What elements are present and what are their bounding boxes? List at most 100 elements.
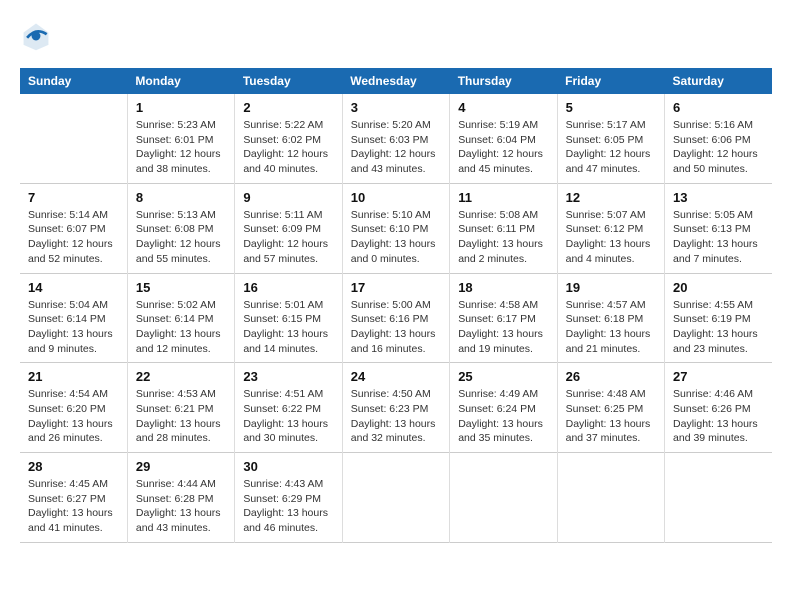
day-info: Sunrise: 4:57 AM Sunset: 6:18 PM Dayligh… — [566, 298, 656, 357]
day-info: Sunrise: 5:04 AM Sunset: 6:14 PM Dayligh… — [28, 298, 119, 357]
calendar-cell — [665, 453, 772, 543]
day-number: 22 — [136, 369, 226, 384]
day-number: 12 — [566, 190, 656, 205]
calendar-cell: 5 Sunrise: 5:17 AM Sunset: 6:05 PM Daylig… — [557, 94, 664, 183]
day-number: 28 — [28, 459, 119, 474]
day-number: 13 — [673, 190, 764, 205]
weekday-monday: Monday — [127, 68, 234, 94]
week-row-3: 14 Sunrise: 5:04 AM Sunset: 6:14 PM Dayli… — [20, 273, 772, 363]
day-info: Sunrise: 5:16 AM Sunset: 6:06 PM Dayligh… — [673, 118, 764, 177]
day-number: 15 — [136, 280, 226, 295]
weekday-wednesday: Wednesday — [342, 68, 449, 94]
day-number: 16 — [243, 280, 333, 295]
day-number: 27 — [673, 369, 764, 384]
day-info: Sunrise: 4:43 AM Sunset: 6:29 PM Dayligh… — [243, 477, 333, 536]
day-number: 8 — [136, 190, 226, 205]
logo-icon — [20, 20, 52, 52]
day-number: 14 — [28, 280, 119, 295]
calendar-cell — [450, 453, 557, 543]
calendar-cell: 14 Sunrise: 5:04 AM Sunset: 6:14 PM Dayli… — [20, 273, 127, 363]
day-info: Sunrise: 5:13 AM Sunset: 6:08 PM Dayligh… — [136, 208, 226, 267]
day-info: Sunrise: 5:19 AM Sunset: 6:04 PM Dayligh… — [458, 118, 548, 177]
day-number: 2 — [243, 100, 333, 115]
day-number: 11 — [458, 190, 548, 205]
day-number: 17 — [351, 280, 441, 295]
day-info: Sunrise: 5:14 AM Sunset: 6:07 PM Dayligh… — [28, 208, 119, 267]
calendar-cell: 8 Sunrise: 5:13 AM Sunset: 6:08 PM Daylig… — [127, 183, 234, 273]
day-info: Sunrise: 4:51 AM Sunset: 6:22 PM Dayligh… — [243, 387, 333, 446]
calendar-cell: 4 Sunrise: 5:19 AM Sunset: 6:04 PM Daylig… — [450, 94, 557, 183]
day-info: Sunrise: 5:01 AM Sunset: 6:15 PM Dayligh… — [243, 298, 333, 357]
page-header — [20, 20, 772, 52]
calendar-cell: 30 Sunrise: 4:43 AM Sunset: 6:29 PM Dayli… — [235, 453, 342, 543]
calendar-cell: 13 Sunrise: 5:05 AM Sunset: 6:13 PM Dayli… — [665, 183, 772, 273]
calendar-cell: 18Sunrise: 4:58 AM Sunset: 6:17 PM Dayli… — [450, 273, 557, 363]
calendar-cell: 27 Sunrise: 4:46 AM Sunset: 6:26 PM Dayli… — [665, 363, 772, 453]
day-number: 23 — [243, 369, 333, 384]
day-info: Sunrise: 4:50 AM Sunset: 6:23 PM Dayligh… — [351, 387, 441, 446]
weekday-sunday: Sunday — [20, 68, 127, 94]
day-info: Sunrise: 4:53 AM Sunset: 6:21 PM Dayligh… — [136, 387, 226, 446]
calendar-cell: 28 Sunrise: 4:45 AM Sunset: 6:27 PM Dayli… — [20, 453, 127, 543]
day-number: 26 — [566, 369, 656, 384]
calendar-cell: 3 Sunrise: 5:20 AM Sunset: 6:03 PM Daylig… — [342, 94, 449, 183]
day-info: Sunrise: 5:20 AM Sunset: 6:03 PM Dayligh… — [351, 118, 441, 177]
calendar-cell: 22 Sunrise: 4:53 AM Sunset: 6:21 PM Dayli… — [127, 363, 234, 453]
day-info: Sunrise: 5:10 AM Sunset: 6:10 PM Dayligh… — [351, 208, 441, 267]
week-row-4: 21 Sunrise: 4:54 AM Sunset: 6:20 PM Dayli… — [20, 363, 772, 453]
day-number: 25 — [458, 369, 548, 384]
weekday-friday: Friday — [557, 68, 664, 94]
day-info: Sunrise: 5:22 AM Sunset: 6:02 PM Dayligh… — [243, 118, 333, 177]
day-info: Sunrise: 5:08 AM Sunset: 6:11 PM Dayligh… — [458, 208, 548, 267]
day-info: Sunrise: 4:54 AM Sunset: 6:20 PM Dayligh… — [28, 387, 119, 446]
calendar-cell: 25 Sunrise: 4:49 AM Sunset: 6:24 PM Dayli… — [450, 363, 557, 453]
week-row-1: 1 Sunrise: 5:23 AM Sunset: 6:01 PM Daylig… — [20, 94, 772, 183]
day-number: 9 — [243, 190, 333, 205]
calendar-cell: 9Sunrise: 5:11 AM Sunset: 6:09 PM Daylig… — [235, 183, 342, 273]
day-number: 20 — [673, 280, 764, 295]
calendar-cell: 6 Sunrise: 5:16 AM Sunset: 6:06 PM Daylig… — [665, 94, 772, 183]
calendar-table: SundayMondayTuesdayWednesdayThursdayFrid… — [20, 68, 772, 543]
calendar-cell: 11 Sunrise: 5:08 AM Sunset: 6:11 PM Dayli… — [450, 183, 557, 273]
logo — [20, 20, 56, 52]
calendar-cell: 10Sunrise: 5:10 AM Sunset: 6:10 PM Dayli… — [342, 183, 449, 273]
day-number: 3 — [351, 100, 441, 115]
day-number: 1 — [136, 100, 226, 115]
weekday-thursday: Thursday — [450, 68, 557, 94]
calendar-cell: 17 Sunrise: 5:00 AM Sunset: 6:16 PM Dayli… — [342, 273, 449, 363]
day-number: 6 — [673, 100, 764, 115]
day-info: Sunrise: 5:07 AM Sunset: 6:12 PM Dayligh… — [566, 208, 656, 267]
calendar-cell — [342, 453, 449, 543]
calendar-cell: 19 Sunrise: 4:57 AM Sunset: 6:18 PM Dayli… — [557, 273, 664, 363]
day-number: 4 — [458, 100, 548, 115]
calendar-cell: 23 Sunrise: 4:51 AM Sunset: 6:22 PM Dayli… — [235, 363, 342, 453]
day-info: Sunrise: 5:05 AM Sunset: 6:13 PM Dayligh… — [673, 208, 764, 267]
day-info: Sunrise: 4:46 AM Sunset: 6:26 PM Dayligh… — [673, 387, 764, 446]
day-number: 24 — [351, 369, 441, 384]
weekday-saturday: Saturday — [665, 68, 772, 94]
calendar-cell: 15 Sunrise: 5:02 AM Sunset: 6:14 PM Dayli… — [127, 273, 234, 363]
calendar-cell — [557, 453, 664, 543]
calendar-cell: 21 Sunrise: 4:54 AM Sunset: 6:20 PM Dayli… — [20, 363, 127, 453]
calendar-cell: 24 Sunrise: 4:50 AM Sunset: 6:23 PM Dayli… — [342, 363, 449, 453]
day-number: 5 — [566, 100, 656, 115]
calendar-cell: 7Sunrise: 5:14 AM Sunset: 6:07 PM Daylig… — [20, 183, 127, 273]
day-info: Sunrise: 5:02 AM Sunset: 6:14 PM Dayligh… — [136, 298, 226, 357]
calendar-cell: 1 Sunrise: 5:23 AM Sunset: 6:01 PM Daylig… — [127, 94, 234, 183]
day-info: Sunrise: 4:45 AM Sunset: 6:27 PM Dayligh… — [28, 477, 119, 536]
week-row-5: 28 Sunrise: 4:45 AM Sunset: 6:27 PM Dayli… — [20, 453, 772, 543]
day-number: 21 — [28, 369, 119, 384]
calendar-cell: 2 Sunrise: 5:22 AM Sunset: 6:02 PM Daylig… — [235, 94, 342, 183]
calendar-cell: 26Sunrise: 4:48 AM Sunset: 6:25 PM Dayli… — [557, 363, 664, 453]
day-info: Sunrise: 4:55 AM Sunset: 6:19 PM Dayligh… — [673, 298, 764, 357]
day-number: 29 — [136, 459, 226, 474]
day-number: 18 — [458, 280, 548, 295]
calendar-body: 1 Sunrise: 5:23 AM Sunset: 6:01 PM Daylig… — [20, 94, 772, 542]
day-info: Sunrise: 5:23 AM Sunset: 6:01 PM Dayligh… — [136, 118, 226, 177]
day-info: Sunrise: 5:17 AM Sunset: 6:05 PM Dayligh… — [566, 118, 656, 177]
calendar-header: SundayMondayTuesdayWednesdayThursdayFrid… — [20, 68, 772, 94]
day-number: 30 — [243, 459, 333, 474]
day-number: 19 — [566, 280, 656, 295]
day-info: Sunrise: 4:49 AM Sunset: 6:24 PM Dayligh… — [458, 387, 548, 446]
day-info: Sunrise: 5:00 AM Sunset: 6:16 PM Dayligh… — [351, 298, 441, 357]
